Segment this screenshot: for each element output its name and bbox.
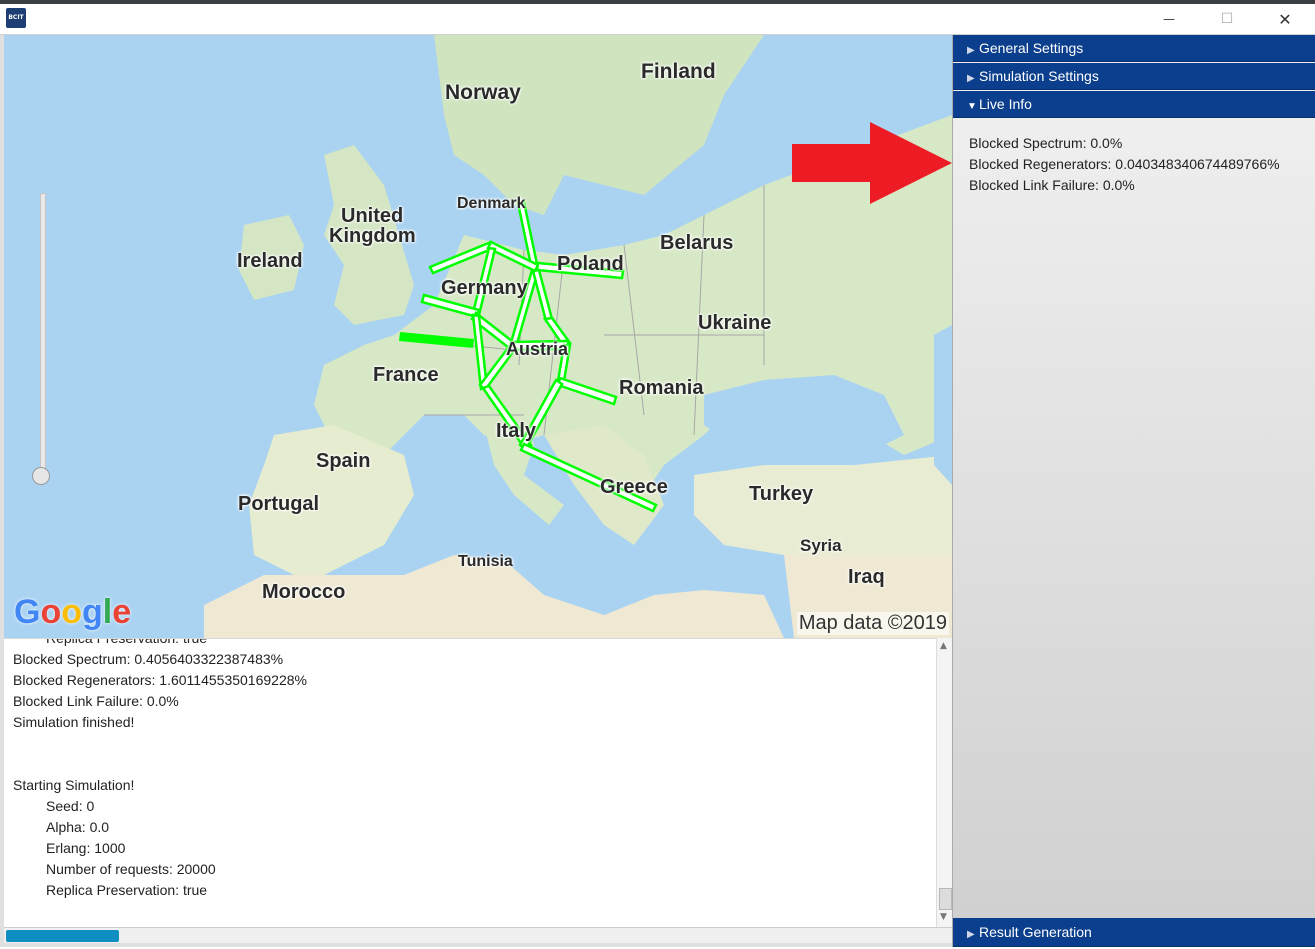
link-berlin-south [531,268,554,323]
label-italy: Italy [496,420,537,442]
map-attribution: Map data ©2019 [796,612,949,635]
zoom-slider-thumb[interactable] [32,467,50,485]
label-spain: Spain [316,450,371,472]
console-output[interactable]: Replica Preservation: true Blocked Spectr… [4,638,936,928]
console-line: Erlang: 1000 [46,840,126,856]
label-germany: Germany [441,277,528,299]
console-line: Alpha: 0.0 [46,819,110,835]
console-line: Starting Simulation! [13,777,135,793]
label-morocco: Morocco [262,581,346,603]
label-belarus: Belarus [660,232,734,254]
chevron-right-icon: ▶ [967,929,975,940]
google-logo-letter: G [14,593,41,631]
live-blocked-link-failure: Blocked Link Failure: 0.0% [969,177,1135,193]
google-logo-letter: e [112,593,132,631]
label-finland: Finland [641,60,716,83]
console-line: Number of requests: 20000 [46,861,216,877]
console-line: Simulation finished! [13,714,135,730]
general-settings-header[interactable]: ▶ General Settings [953,35,1315,62]
minimize-button[interactable]: — [1140,4,1198,34]
console-line: Blocked Spectrum: 0.4056403322387483% [13,651,284,667]
console-scrollbar[interactable]: ▲ ▼ [936,638,953,927]
label-turkey: Turkey [749,483,814,505]
label-romania: Romania [619,377,704,399]
console-line: Blocked Link Failure: 0.0% [13,693,179,709]
label-ukraine: Ukraine [698,312,772,334]
zoom-slider-track[interactable] [40,193,46,480]
maximize-button[interactable]: ☐ [1198,4,1256,34]
link-vienna-east [556,376,618,406]
app-icon: BCIT [6,8,26,28]
simulation-settings-label: Simulation Settings [979,68,1099,84]
label-ireland: Ireland [237,250,303,272]
maximize-icon: ☐ [1220,11,1234,27]
side-panel: ▶ General Settings ▶ Simulation Settings ▼… [952,35,1315,947]
chevron-right-icon: ▶ [967,73,975,84]
console-line: Blocked Regenerators: 1.6011455350169228… [13,672,307,688]
live-info-content: Blocked Spectrum: 0.0% Blocked Regenerat… [969,133,1280,196]
title-bar: BCIT — ☐ ✕ [0,4,1315,35]
window-frame-bottom [0,943,952,947]
google-logo-letter: g [82,593,103,631]
progress-bar-fill [6,930,119,942]
live-blocked-regenerators: Blocked Regenerators: 0.0403483406744897… [969,156,1280,172]
close-icon: ✕ [1278,9,1292,29]
console-line: Seed: 0 [46,798,95,814]
label-greece: Greece [600,476,668,498]
scroll-down-icon[interactable]: ▼ [940,912,947,922]
console-line: Replica Preservation: true [46,638,208,646]
google-logo-letter: o [61,593,83,631]
google-logo-letter: l [102,593,113,631]
chevron-right-icon: ▶ [967,45,975,56]
label-austria: Austria [506,339,569,359]
live-info-label: Live Info [979,96,1032,112]
label-tunisia: Tunisia [458,553,513,570]
label-syria: Syria [800,536,842,555]
scroll-up-icon[interactable]: ▲ [940,641,947,651]
annotation-arrow-icon [792,122,952,204]
scrollbar-thumb[interactable] [939,888,952,910]
result-generation-header[interactable]: ▶ Result Generation [953,918,1315,947]
live-info-header[interactable]: ▼ Live Info [953,91,1315,118]
google-logo-letter: o [40,593,62,631]
close-button[interactable]: ✕ [1256,4,1314,34]
live-blocked-spectrum: Blocked Spectrum: 0.0% [969,135,1123,151]
google-logo: Google [14,593,131,632]
label-poland: Poland [557,253,624,275]
console-line: Replica Preservation: true [46,882,208,898]
label-denmark: Denmark [457,195,526,212]
simulation-settings-header[interactable]: ▶ Simulation Settings [953,63,1315,90]
result-generation-label: Result Generation [979,924,1092,940]
label-france: France [373,364,439,386]
link-paris-thick [399,332,474,348]
chevron-down-icon: ▼ [967,101,977,112]
general-settings-label: General Settings [979,40,1084,56]
minimize-icon: — [1163,12,1175,26]
label-norway: Norway [445,81,521,104]
progress-bar [4,927,952,944]
label-united-kingdom-2: Kingdom [329,225,416,247]
label-portugal: Portugal [238,493,320,515]
label-iraq: Iraq [848,566,885,588]
